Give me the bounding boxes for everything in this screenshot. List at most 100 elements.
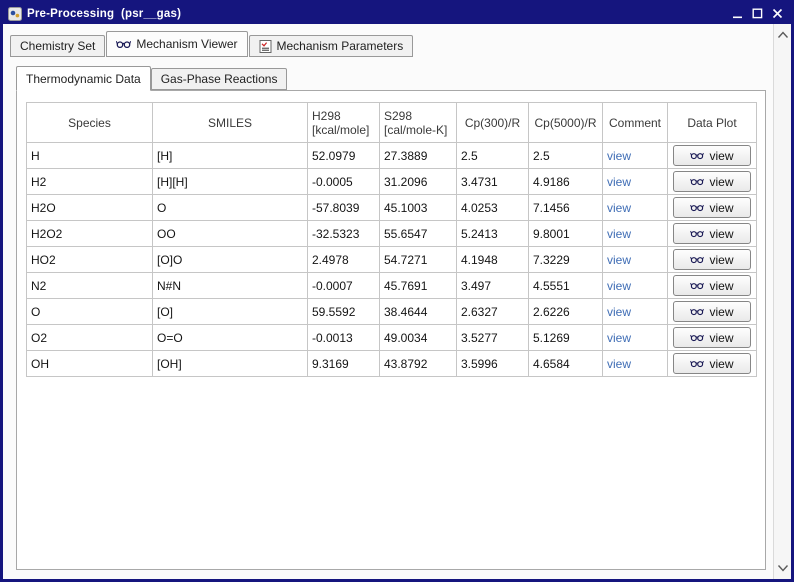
tab-chemistry-set-label: Chemistry Set [20,39,95,53]
cell-h298: -0.0005 [308,169,380,195]
cell-comment: view [603,221,668,247]
cell-data-plot: view [668,143,757,169]
tab-mechanism-viewer[interactable]: Mechanism Viewer [106,31,247,57]
tab-gas-phase-reactions[interactable]: Gas-Phase Reactions [151,68,288,90]
tab-mechanism-parameters[interactable]: Mechanism Parameters [249,35,414,57]
header-s298-line1: S298 [384,109,452,123]
cell-h298: 9.3169 [308,351,380,377]
cell-comment: view [603,195,668,221]
data-plot-view-button[interactable]: view [673,223,751,244]
cell-h298: -0.0013 [308,325,380,351]
data-plot-view-button[interactable]: view [673,171,751,192]
cell-smiles: [H] [153,143,308,169]
table-row: N2 N#N -0.0007 45.7691 3.497 4.5551 view… [27,273,757,299]
comment-view-link[interactable]: view [607,175,631,189]
cell-data-plot: view [668,247,757,273]
table-row: H2O2 OO -32.5323 55.6547 5.2413 9.8001 v… [27,221,757,247]
cell-data-plot: view [668,195,757,221]
data-plot-view-button[interactable]: view [673,327,751,348]
glasses-icon [690,229,704,238]
cell-species: H2O2 [27,221,153,247]
comment-view-link[interactable]: view [607,149,631,163]
cell-s298: 38.4644 [380,299,457,325]
glasses-icon [690,177,704,186]
app-window: Pre-Processing (psr__gas) Chemistry Set [0,0,794,582]
tab-thermodynamic-data-label: Thermodynamic Data [26,72,141,86]
header-cp5000[interactable]: Cp(5000)/R [529,103,603,143]
cell-cp5000: 9.8001 [529,221,603,247]
table-body: H [H] 52.0979 27.3889 2.5 2.5 view view [27,143,757,377]
tab-mechanism-viewer-label: Mechanism Viewer [136,37,237,51]
header-comment[interactable]: Comment [603,103,668,143]
cell-h298: 59.5592 [308,299,380,325]
comment-view-link[interactable]: view [607,357,631,371]
cell-s298: 27.3889 [380,143,457,169]
cell-cp5000: 2.6226 [529,299,603,325]
tab-chemistry-set[interactable]: Chemistry Set [10,35,105,57]
table-row: OH [OH] 9.3169 43.8792 3.5996 4.6584 vie… [27,351,757,377]
header-smiles[interactable]: SMILES [153,103,308,143]
cell-s298: 49.0034 [380,325,457,351]
close-button[interactable] [771,7,784,20]
cell-h298: -32.5323 [308,221,380,247]
cell-comment: view [603,247,668,273]
comment-view-link[interactable]: view [607,279,631,293]
cell-cp5000: 7.3229 [529,247,603,273]
cell-species: OH [27,351,153,377]
cell-data-plot: view [668,273,757,299]
table-row: O2 O=O -0.0013 49.0034 3.5277 5.1269 vie… [27,325,757,351]
cell-comment: view [603,273,668,299]
comment-view-link[interactable]: view [607,227,631,241]
cell-data-plot: view [668,221,757,247]
title-bar[interactable]: Pre-Processing (psr__gas) [3,3,791,24]
comment-view-link[interactable]: view [607,331,631,345]
cell-smiles: N#N [153,273,308,299]
comment-view-link[interactable]: view [607,305,631,319]
scroll-down-icon[interactable] [776,561,790,575]
plot-button-label: view [709,357,733,371]
cell-data-plot: view [668,169,757,195]
header-data-plot[interactable]: Data Plot [668,103,757,143]
header-h298-line2: [kcal/mole] [312,123,375,137]
cell-comment: view [603,169,668,195]
window-title: Pre-Processing (psr__gas) [27,8,181,20]
glasses-icon [690,333,704,342]
cell-comment: view [603,299,668,325]
minimize-button[interactable] [731,7,744,20]
cell-comment: view [603,143,668,169]
glasses-icon [116,39,131,49]
cell-cp300: 5.2413 [457,221,529,247]
data-plot-view-button[interactable]: view [673,249,751,270]
cell-cp300: 3.5996 [457,351,529,377]
thermo-panel: Species SMILES H298 [kcal/mole] S298 [ca… [16,90,766,570]
header-h298[interactable]: H298 [kcal/mole] [308,103,380,143]
data-plot-view-button[interactable]: view [673,197,751,218]
cell-comment: view [603,325,668,351]
comment-view-link[interactable]: view [607,201,631,215]
data-plot-view-button[interactable]: view [673,353,751,374]
comment-view-link[interactable]: view [607,253,631,267]
sub-tab-bar: Thermodynamic Data Gas-Phase Reactions [3,64,773,90]
maximize-button[interactable] [751,7,764,20]
cell-cp300: 2.5 [457,143,529,169]
data-plot-view-button[interactable]: view [673,275,751,296]
plot-button-label: view [709,149,733,163]
main-tab-bar: Chemistry Set Mechanism Viewer [3,30,773,57]
cell-h298: -57.8039 [308,195,380,221]
cell-h298: -0.0007 [308,273,380,299]
header-cp300[interactable]: Cp(300)/R [457,103,529,143]
parameters-icon [259,40,272,53]
header-s298[interactable]: S298 [cal/mole-K] [380,103,457,143]
data-plot-view-button[interactable]: view [673,145,751,166]
table-row: O [O] 59.5592 38.4644 2.6327 2.6226 view… [27,299,757,325]
header-species[interactable]: Species [27,103,153,143]
tab-thermodynamic-data[interactable]: Thermodynamic Data [16,66,151,91]
cell-smiles: [O] [153,299,308,325]
cell-cp5000: 4.5551 [529,273,603,299]
cell-s298: 55.6547 [380,221,457,247]
vertical-scrollbar[interactable] [773,24,791,579]
data-plot-view-button[interactable]: view [673,301,751,322]
scroll-up-icon[interactable] [776,28,790,42]
cell-species: HO2 [27,247,153,273]
table-row: H2 [H][H] -0.0005 31.2096 3.4731 4.9186 … [27,169,757,195]
